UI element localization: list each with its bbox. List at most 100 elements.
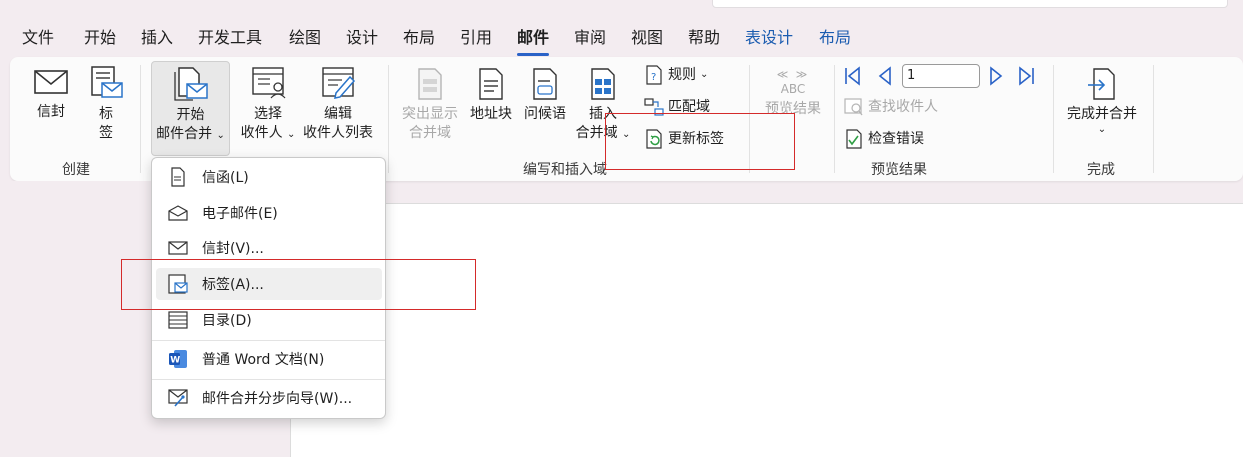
labels-label-1: 标 <box>99 106 113 122</box>
tab-insert[interactable]: 插入 <box>141 26 173 50</box>
chevron-down-icon: ⌄ <box>287 129 296 140</box>
envelopes-button[interactable]: 信封 <box>30 67 72 122</box>
find-recipient-label: 查找收件人 <box>868 99 938 115</box>
select-recipients-icon <box>252 67 286 99</box>
select-recipients-button[interactable]: 选择 收件人 ⌄ <box>234 65 302 144</box>
group-separator <box>1153 65 1154 173</box>
menu-item-label: 信封(V)... <box>202 241 264 257</box>
tab-help[interactable]: 帮助 <box>688 26 720 50</box>
rules-icon: ? <box>646 65 662 85</box>
check-errors-label: 检查错误 <box>868 131 924 147</box>
menu-item-label: 信函(L) <box>202 170 249 186</box>
edit-recipient-list-button[interactable]: 编辑 收件人列表 <box>298 65 378 143</box>
check-errors-icon <box>846 129 862 149</box>
menu-item-label: 目录(D) <box>202 313 252 329</box>
group-finish-label: 完成 <box>1087 162 1115 178</box>
first-record-icon[interactable] <box>842 66 862 86</box>
directory-icon <box>168 311 188 329</box>
start-mail-merge-label-1: 开始 <box>176 107 205 123</box>
group-separator <box>834 65 835 173</box>
menu-separator <box>152 340 385 341</box>
tab-review[interactable]: 审阅 <box>574 26 606 50</box>
tab-mailings[interactable]: 邮件 <box>517 26 550 56</box>
labels-button[interactable]: 标 签 <box>88 65 124 143</box>
tab-design[interactable]: 设计 <box>346 26 378 50</box>
annotation-highlight-update-labels <box>605 113 795 170</box>
previous-record-icon[interactable] <box>875 66 895 86</box>
word-icon: W <box>169 350 187 368</box>
group-separator <box>1053 65 1054 173</box>
start-mail-merge-button[interactable]: 开始 邮件合并 ⌄ <box>151 61 230 156</box>
menu-item-normal-word-document[interactable]: W 普通 Word 文档(N) <box>156 343 382 375</box>
select-recipients-label-1: 选择 <box>254 106 282 122</box>
greeting-line-button[interactable]: 问候语 <box>520 67 570 124</box>
envelope-icon <box>168 241 188 255</box>
letter-icon <box>171 167 185 187</box>
insert-merge-field-icon <box>591 68 615 100</box>
tab-draw[interactable]: 绘图 <box>289 26 321 50</box>
address-block-button[interactable]: 地址块 <box>466 67 516 124</box>
start-mail-merge-label-2: 邮件合并 ⌄ <box>156 126 225 142</box>
menu-separator <box>152 379 385 380</box>
start-mail-merge-icon <box>173 67 208 101</box>
last-record-icon[interactable] <box>1017 66 1037 86</box>
chevron-down-icon: ⌄ <box>700 69 709 80</box>
menu-item-email[interactable]: 电子邮件(E) <box>156 197 382 229</box>
ribbon-tabs: 文件 开始 插入 开发工具 绘图 设计 布局 引用 邮件 审阅 视图 帮助 表设… <box>0 26 1243 56</box>
greeting-line-icon <box>533 68 557 100</box>
svg-text:W: W <box>170 356 180 366</box>
tab-view[interactable]: 视图 <box>631 26 663 50</box>
group-create-label: 创建 <box>62 162 90 178</box>
group-preview-label: 预览结果 <box>871 162 927 178</box>
check-errors-button[interactable]: 检查错误 <box>844 129 924 149</box>
finish-merge-label: 完成并合并 <box>1067 106 1137 122</box>
menu-item-label: 普通 Word 文档(N) <box>202 352 325 368</box>
tab-table-layout[interactable]: 布局 <box>819 26 851 50</box>
menu-item-letters[interactable]: 信函(L) <box>156 161 382 193</box>
highlight-merge-fields-icon <box>418 68 442 100</box>
edit-recipient-list-label-2: 收件人列表 <box>303 125 373 141</box>
rules-label: 规则 <box>668 67 696 83</box>
preview-results-button[interactable]: ≪ ≫ ABC 预览结果 <box>758 69 828 119</box>
tab-file[interactable]: 文件 <box>22 26 54 50</box>
menu-item-label: 邮件合并分步向导(W)... <box>202 391 353 407</box>
envelope-icon <box>34 70 68 94</box>
edit-recipient-list-label-1: 编辑 <box>324 106 352 122</box>
select-recipients-label-2: 收件人 ⌄ <box>240 125 296 141</box>
watermark: 路由器 luyouqi.com <box>1100 386 1240 442</box>
labels-label-2: 签 <box>99 125 113 141</box>
edit-recipient-list-icon <box>322 67 356 99</box>
record-number-input[interactable]: 1 <box>902 64 980 88</box>
tab-layout[interactable]: 布局 <box>403 26 435 50</box>
greeting-line-label: 问候语 <box>524 106 566 122</box>
preview-arrows-icon: ≪ ≫ <box>776 68 810 81</box>
svg-text:?: ? <box>651 72 656 83</box>
group-separator <box>140 65 141 173</box>
wizard-icon <box>168 389 188 407</box>
find-recipient-icon <box>844 98 863 116</box>
menu-item-mail-merge-wizard[interactable]: 邮件合并分步向导(W)... <box>156 382 382 414</box>
chevron-down-icon: ⌄ <box>1097 124 1107 135</box>
tab-developer[interactable]: 开发工具 <box>198 26 262 50</box>
group-write-label: 编写和插入域 <box>523 162 607 178</box>
router-logo-icon <box>1100 394 1146 440</box>
abc-icon: ABC <box>780 82 806 96</box>
labels-icon <box>91 66 123 98</box>
highlight-merge-fields-button[interactable]: 突出显示 合并域 <box>398 67 462 143</box>
finish-merge-button[interactable]: 完成并合并 ⌄ <box>1062 67 1142 136</box>
tab-references[interactable]: 引用 <box>460 26 492 50</box>
next-record-icon[interactable] <box>986 66 1006 86</box>
watermark-site: luyouqi.com <box>1154 424 1222 437</box>
tab-table-design[interactable]: 表设计 <box>745 26 793 50</box>
finish-merge-icon <box>1088 68 1115 100</box>
find-recipient-button[interactable]: 查找收件人 <box>844 97 938 117</box>
email-icon <box>168 205 188 221</box>
annotation-highlight-labels-item <box>121 259 476 310</box>
highlight-merge-fields-label-1: 突出显示 <box>402 106 458 122</box>
search-box-stub[interactable] <box>712 0 1228 8</box>
tab-home[interactable]: 开始 <box>84 26 116 50</box>
highlight-merge-fields-label-2: 合并域 <box>409 125 451 141</box>
group-separator <box>388 65 389 173</box>
rules-button[interactable]: ? 规则 ⌄ <box>644 65 708 85</box>
menu-item-label: 电子邮件(E) <box>202 206 278 222</box>
